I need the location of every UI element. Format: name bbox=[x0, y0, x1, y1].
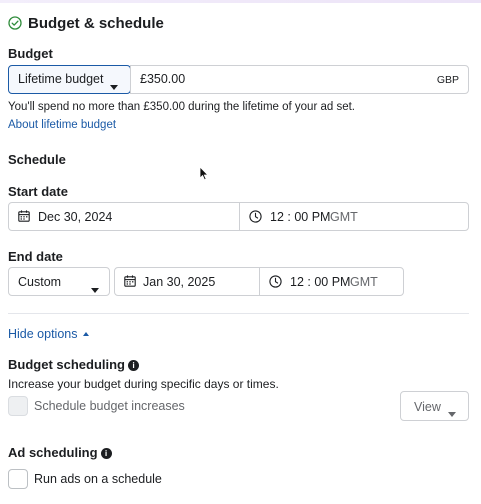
ad-scheduling-heading: Ad scheduling i bbox=[8, 445, 112, 460]
top-accent-bar bbox=[0, 0, 481, 3]
view-label: View bbox=[414, 400, 441, 414]
budget-scheduling-description: Increase your budget during specific day… bbox=[8, 377, 279, 391]
check-circle-icon bbox=[8, 16, 22, 30]
start-time-input[interactable]: 12 : 00 PM GMT bbox=[240, 203, 468, 230]
section-divider bbox=[8, 313, 469, 314]
mouse-cursor-icon bbox=[199, 166, 209, 181]
end-date-label: End date bbox=[8, 249, 63, 264]
hide-options-label: Hide options bbox=[8, 327, 78, 341]
budget-scheduling-label: Budget scheduling bbox=[8, 357, 125, 372]
calendar-icon bbox=[18, 210, 30, 222]
hide-options-toggle[interactable]: Hide options bbox=[8, 327, 89, 341]
budget-label: Budget bbox=[8, 46, 53, 61]
calendar-icon bbox=[124, 275, 136, 287]
start-date-label: Start date bbox=[8, 184, 68, 199]
start-time-value: 12 : 00 PM bbox=[270, 210, 331, 224]
view-dropdown[interactable]: View bbox=[400, 391, 469, 421]
start-date-input[interactable]: Dec 30, 2024 bbox=[9, 203, 240, 230]
end-timezone: GMT bbox=[350, 275, 378, 289]
end-mode-value: Custom bbox=[18, 275, 62, 289]
info-icon[interactable]: i bbox=[128, 360, 139, 371]
end-mode-dropdown[interactable]: Custom bbox=[8, 267, 110, 296]
schedule-label: Schedule bbox=[8, 152, 66, 167]
about-lifetime-budget-link[interactable]: About lifetime budget bbox=[8, 119, 116, 131]
ad-scheduling-label: Ad scheduling bbox=[8, 445, 98, 460]
schedule-budget-increases-label: Schedule budget increases bbox=[34, 399, 185, 413]
run-ads-on-schedule-label: Run ads on a schedule bbox=[34, 472, 162, 486]
start-timezone: GMT bbox=[330, 210, 358, 224]
budget-type-value: Lifetime budget bbox=[18, 72, 104, 86]
budget-scheduling-heading: Budget scheduling i bbox=[8, 357, 139, 372]
end-datetime-field: Jan 30, 2025 12 : 00 PM GMT bbox=[114, 267, 404, 296]
section-title: Budget & schedule bbox=[28, 15, 164, 32]
budget-amount-value: £350.00 bbox=[140, 72, 186, 86]
start-date-value: Dec 30, 2024 bbox=[38, 210, 113, 224]
run-ads-on-schedule-checkbox[interactable] bbox=[8, 469, 28, 489]
budget-type-dropdown[interactable]: Lifetime budget bbox=[8, 65, 131, 94]
clock-icon bbox=[249, 210, 262, 223]
start-datetime-field: Dec 30, 2024 12 : 00 PM GMT bbox=[8, 202, 469, 231]
clock-icon bbox=[269, 275, 282, 288]
currency-code: GBP bbox=[436, 74, 459, 86]
budget-hint: You'll spend no more than £350.00 during… bbox=[8, 101, 355, 113]
end-time-value: 12 : 00 PM bbox=[290, 275, 351, 289]
chevron-down-icon bbox=[91, 280, 99, 298]
end-date-value: Jan 30, 2025 bbox=[143, 275, 216, 289]
info-icon[interactable]: i bbox=[100, 448, 112, 459]
end-time-input[interactable]: 12 : 00 PM GMT bbox=[260, 268, 403, 295]
end-date-input[interactable]: Jan 30, 2025 bbox=[115, 268, 259, 295]
budget-amount-input[interactable]: £350.00 GBP bbox=[130, 65, 469, 94]
caret-up-icon bbox=[82, 332, 89, 336]
chevron-down-icon bbox=[110, 77, 118, 95]
chevron-down-icon bbox=[448, 404, 456, 422]
schedule-budget-increases-checkbox[interactable] bbox=[8, 396, 28, 416]
